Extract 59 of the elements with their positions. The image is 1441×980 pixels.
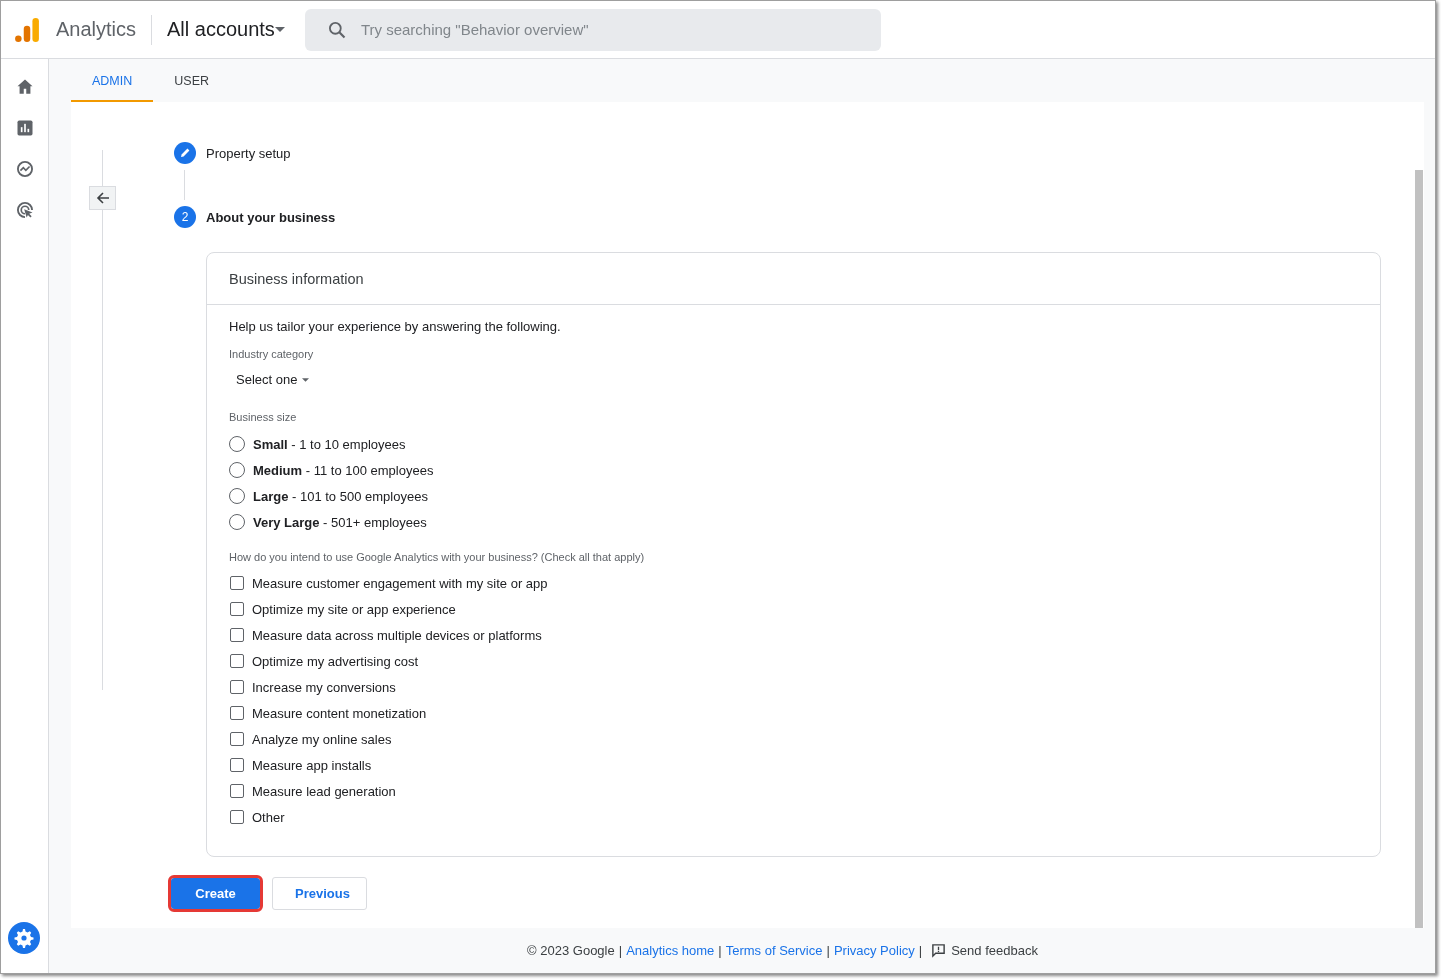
caret-icon bbox=[302, 377, 310, 382]
option-label: Small - 1 to 10 employees bbox=[253, 436, 406, 452]
checkbox[interactable] bbox=[230, 732, 244, 746]
tab[interactable]: USER bbox=[153, 59, 230, 102]
option-label: Optimize my advertising cost bbox=[252, 653, 419, 669]
field-label: Industry category bbox=[229, 348, 315, 360]
copyright-text: © 2023 Google bbox=[527, 943, 615, 958]
checkbox[interactable] bbox=[230, 654, 244, 668]
separator: | bbox=[618, 943, 623, 958]
footer-link[interactable]: Analytics home bbox=[626, 943, 715, 958]
back-button[interactable] bbox=[89, 186, 116, 210]
intro-text: Help us tailor your experience by answering the following. bbox=[229, 319, 562, 334]
step-label: About your business bbox=[206, 209, 336, 225]
checkbox[interactable] bbox=[230, 810, 244, 824]
feedback-link[interactable]: Send feedback bbox=[931, 943, 1038, 958]
back-arrow-icon bbox=[94, 190, 111, 206]
trend-chart-icon[interactable] bbox=[14, 159, 35, 179]
caret-icon bbox=[274, 27, 285, 32]
create-button[interactable]: Create bbox=[171, 878, 260, 909]
separator: | bbox=[718, 943, 722, 958]
option-label: Measure content monetization bbox=[252, 705, 427, 721]
question-label: How do you intend to use Google Analytics with your business? (Check all that apply) bbox=[229, 551, 646, 563]
analytics-logo bbox=[14, 15, 40, 44]
checkbox[interactable] bbox=[230, 784, 244, 798]
option-label: Optimize my site or app experience bbox=[252, 601, 456, 617]
option-label: Other bbox=[252, 809, 285, 825]
checkbox[interactable] bbox=[230, 706, 244, 720]
checkbox[interactable] bbox=[230, 576, 244, 590]
search-field[interactable]: Try searching "Behavior overview" bbox=[304, 8, 881, 51]
option-label: Increase my conversions bbox=[252, 679, 396, 695]
option-label: Measure lead generation bbox=[252, 783, 396, 799]
step-label: Property setup bbox=[206, 145, 291, 161]
card-title: Business information bbox=[207, 253, 1380, 305]
previous-button[interactable]: Previous bbox=[272, 877, 367, 910]
option-label: Very Large - 501+ employees bbox=[253, 514, 427, 530]
option-label: Medium - 11 to 100 employees bbox=[253, 462, 434, 478]
footer-link[interactable]: Terms of Service bbox=[725, 943, 823, 958]
pencil-icon bbox=[174, 142, 196, 164]
checkbox[interactable] bbox=[230, 602, 244, 616]
cursor-target-icon[interactable] bbox=[14, 200, 35, 220]
option-label: Analyze my online sales bbox=[252, 731, 392, 747]
field-label: Business size bbox=[229, 411, 298, 423]
settings-icon[interactable] bbox=[7, 922, 40, 954]
option-label: Measure customer engagement with my site or app bbox=[252, 575, 548, 591]
industry-dropdown[interactable]: Select one bbox=[236, 372, 310, 387]
checkbox[interactable] bbox=[230, 758, 244, 772]
product-name: Analytics bbox=[56, 18, 137, 41]
account-picker[interactable]: All accounts bbox=[167, 18, 285, 41]
option-label: Measure app installs bbox=[252, 757, 372, 773]
scrollbar[interactable] bbox=[1415, 170, 1423, 928]
separator: | bbox=[826, 943, 830, 958]
checkbox[interactable] bbox=[230, 628, 244, 642]
separator: | bbox=[918, 943, 923, 958]
footer-link[interactable]: Privacy Policy bbox=[833, 943, 915, 958]
option-label: Measure data across multiple devices or platforms bbox=[252, 627, 542, 643]
feedback-icon bbox=[931, 943, 947, 958]
option-label: Large - 101 to 500 employees bbox=[253, 488, 428, 504]
step-number: 2 bbox=[174, 206, 196, 228]
checkbox[interactable] bbox=[230, 680, 244, 694]
